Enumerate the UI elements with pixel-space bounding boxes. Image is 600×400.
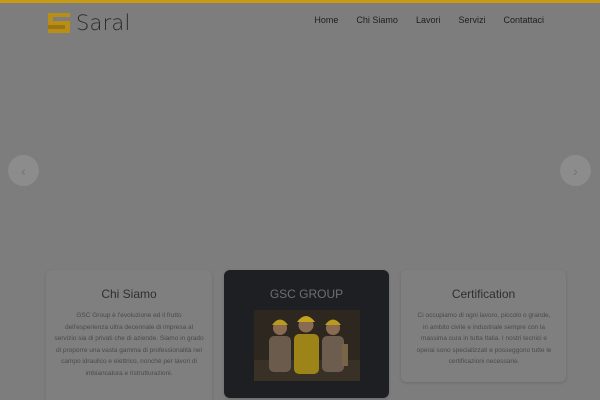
logo[interactable]: Saral <box>46 9 131 37</box>
chevron-left-icon: ‹ <box>21 162 26 179</box>
chevron-right-icon: › <box>573 162 578 179</box>
nav-contattaci[interactable]: Contattaci <box>503 15 544 25</box>
slider-prev-button[interactable]: ‹ <box>8 155 39 186</box>
card-text: GSC Group è l'evoluzione ed il frutto de… <box>54 312 204 377</box>
card-chi-siamo: Chi Siamo GSC Group è l'evoluzione ed il… <box>46 270 212 400</box>
logo-icon <box>48 13 70 33</box>
nav-chi-siamo[interactable]: Chi Siamo <box>356 15 398 25</box>
site-header: Saral Home Chi Siamo Lavori Servizi Cont… <box>0 3 600 43</box>
card-certification: Certification Ci occupiamo di ogni lavor… <box>401 270 566 382</box>
card-title: GSC GROUP <box>269 287 344 301</box>
card-text: Ci occupiamo di ogni lavoro, piccolo o g… <box>416 312 552 365</box>
nav-servizi[interactable]: Servizi <box>458 15 485 25</box>
card-title: Certification <box>451 287 516 301</box>
logo-text: Saral <box>76 11 131 35</box>
workers-photo <box>254 310 360 381</box>
card-title: Chi Siamo <box>101 287 157 301</box>
card-gsc-group: GSC GROUP <box>224 270 389 398</box>
nav-home[interactable]: Home <box>314 15 338 25</box>
nav-lavori[interactable]: Lavori <box>416 15 441 25</box>
main-nav: Home Chi Siamo Lavori Servizi Contattaci <box>296 15 544 25</box>
slider-next-button[interactable]: › <box>560 155 591 186</box>
